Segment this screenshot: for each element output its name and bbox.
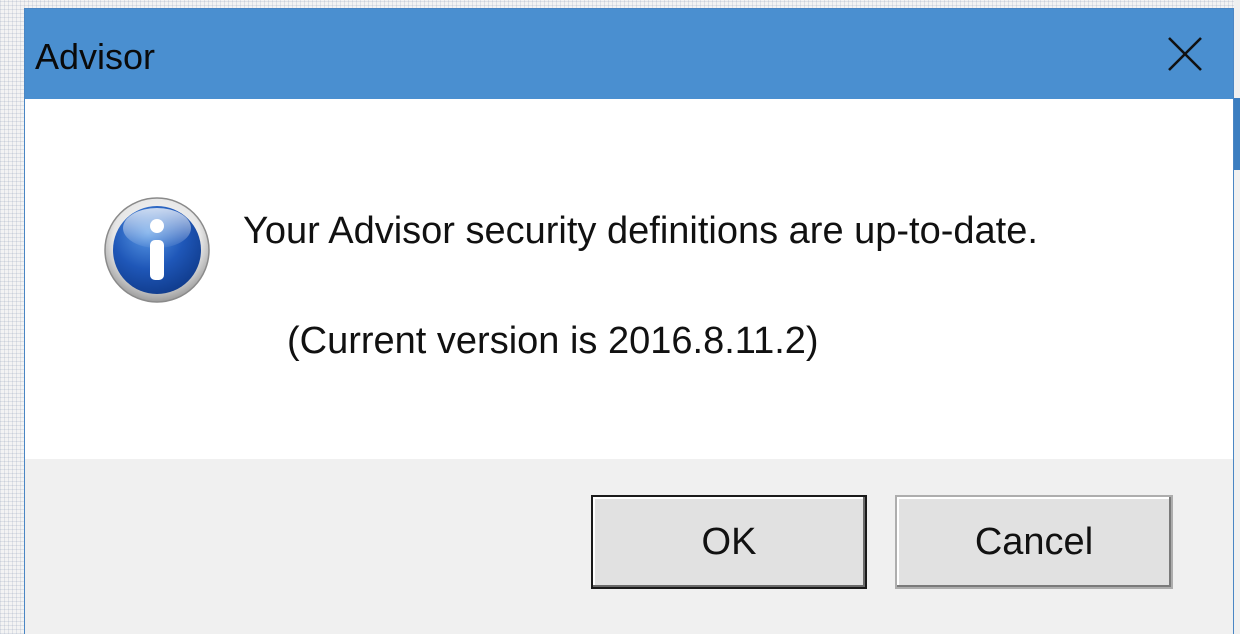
- advisor-dialog: Advisor Your Advisor security definition…: [24, 8, 1234, 634]
- dialog-title: Advisor: [35, 36, 156, 77]
- dialog-content: Your Advisor security definitions are up…: [25, 99, 1233, 459]
- background-window-accent: [1234, 98, 1240, 170]
- status-message: Your Advisor security definitions are up…: [243, 210, 1038, 252]
- cancel-button[interactable]: Cancel: [895, 495, 1173, 589]
- ok-button[interactable]: OK: [591, 495, 867, 589]
- close-button[interactable]: [1137, 9, 1233, 99]
- dialog-titlebar[interactable]: Advisor: [25, 9, 1233, 99]
- desktop-background: Advisor Your Advisor security definition…: [0, 0, 1240, 634]
- version-text: (Current version is 2016.8.11.2): [287, 320, 819, 362]
- info-icon: [104, 197, 210, 303]
- dialog-footer: OK Cancel: [25, 459, 1233, 634]
- background-window-edge: [1234, 0, 1240, 634]
- close-icon: [1168, 37, 1202, 71]
